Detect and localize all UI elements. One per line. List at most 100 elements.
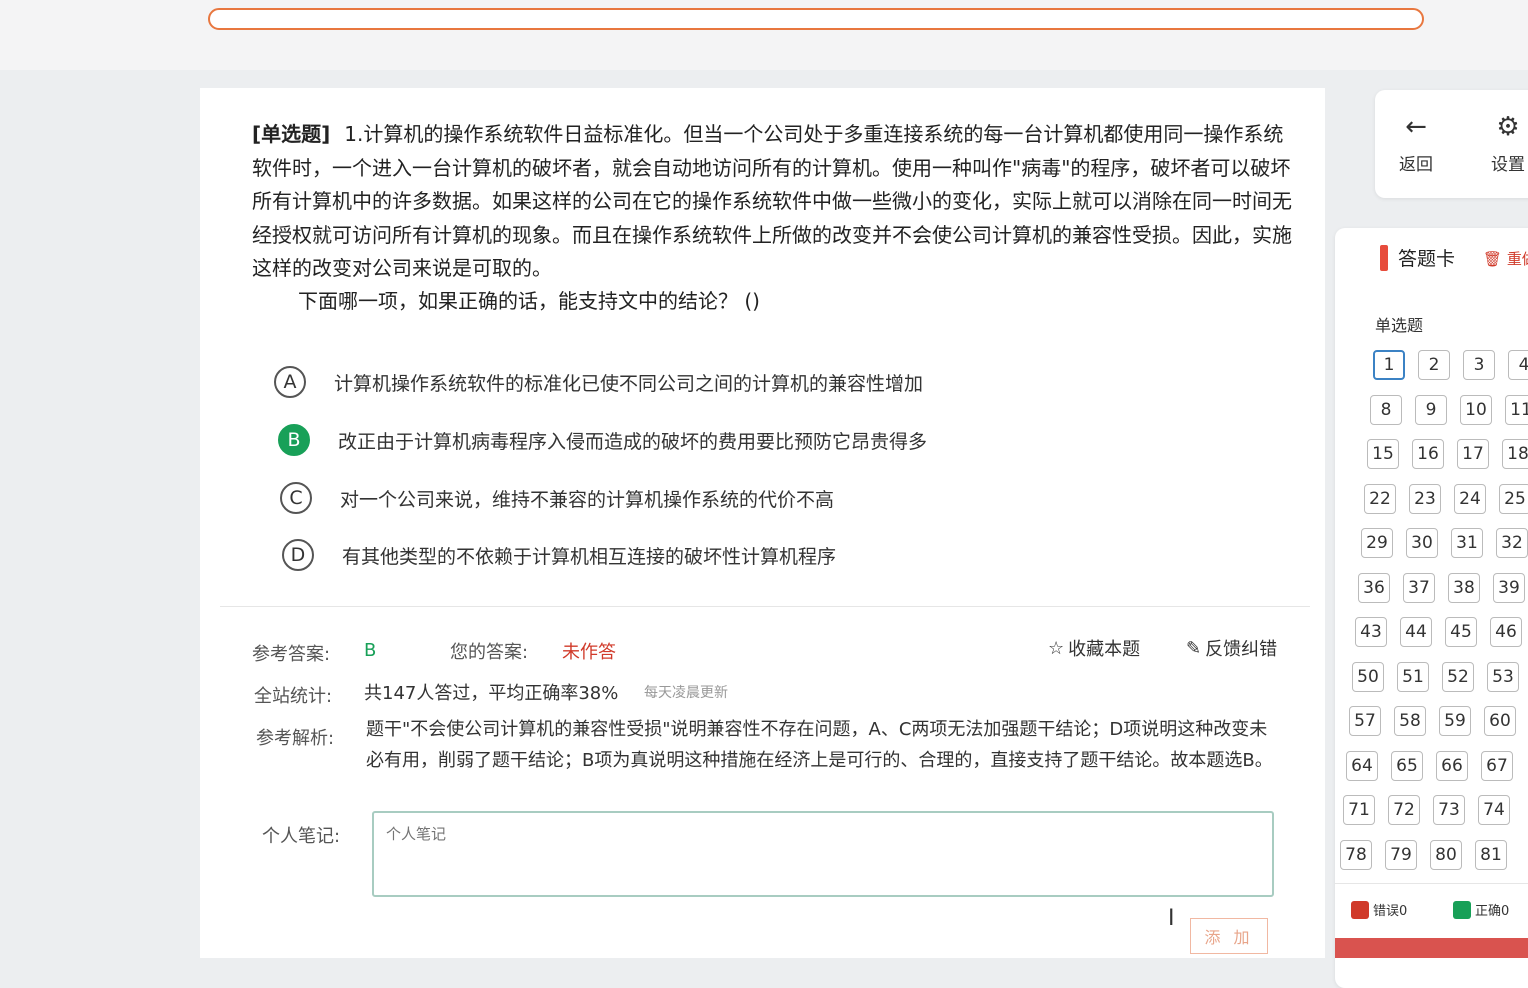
- question-number-72[interactable]: 72: [1388, 795, 1420, 825]
- answer-card-panel: 答题卡 🗑 重做 单选题 123489101115161718222324252…: [1335, 228, 1528, 988]
- reset-button[interactable]: 🗑 重做: [1483, 248, 1528, 269]
- question-number-50[interactable]: 50: [1352, 661, 1384, 692]
- add-note-button[interactable]: 添 加: [1190, 918, 1268, 954]
- text-cursor-icon: I: [1168, 906, 1175, 931]
- question-number-18[interactable]: 18: [1502, 439, 1528, 469]
- question-number-22[interactable]: 22: [1364, 483, 1396, 514]
- question-number-44[interactable]: 44: [1400, 617, 1432, 647]
- settings-label: 设置: [1491, 155, 1525, 175]
- question-prompt: 下面哪一项，如果正确的话，能支持文中的结论？ (): [298, 289, 760, 313]
- top-bar: [0, 0, 1528, 70]
- answer-card-header: 答题卡: [1380, 244, 1455, 271]
- question-number-46[interactable]: 46: [1490, 617, 1522, 647]
- legend-wrong: 错误0: [1351, 900, 1407, 919]
- question-number-43[interactable]: 43: [1355, 617, 1387, 647]
- option-c[interactable]: C 对一个公司来说，维持不兼容的计算机操作系统的代价不高: [280, 479, 834, 517]
- option-text[interactable]: 计算机操作系统软件的标准化已使不同公司之间的计算机的兼容性增加: [334, 369, 923, 396]
- note-input[interactable]: [372, 811, 1274, 897]
- star-icon: ☆: [1048, 637, 1065, 659]
- divider: [220, 606, 1310, 607]
- question-number-11[interactable]: 11: [1505, 394, 1528, 425]
- question-number-51[interactable]: 51: [1397, 661, 1429, 692]
- question-number-8[interactable]: 8: [1370, 394, 1402, 425]
- question-text: 1.计算机的操作系统软件日益标准化。但当一个公司处于多重连接系统的每一台计算机都…: [252, 122, 1292, 280]
- back-label: 返回: [1399, 155, 1433, 175]
- question-number-67[interactable]: 67: [1481, 750, 1513, 781]
- option-letter[interactable]: B: [278, 424, 310, 456]
- question-number-24[interactable]: 24: [1454, 483, 1486, 514]
- question-number-38[interactable]: 38: [1448, 572, 1480, 603]
- question-number-71[interactable]: 71: [1343, 795, 1375, 825]
- question-number-81[interactable]: 81: [1475, 839, 1507, 870]
- question-number-45[interactable]: 45: [1445, 617, 1477, 647]
- question-number-80[interactable]: 80: [1430, 839, 1462, 870]
- option-d[interactable]: D 有其他类型的不依赖于计算机相互连接的破坏性计算机程序: [282, 536, 836, 574]
- analysis-text: 题干"不会使公司计算机的兼容性受损"说明兼容性不存在问题，A、C两项无法加强题干…: [366, 719, 1273, 771]
- question-number-16[interactable]: 16: [1412, 439, 1444, 469]
- wrong-swatch: [1351, 900, 1369, 919]
- option-letter[interactable]: C: [280, 482, 312, 514]
- analysis-label: 参考解析:: [256, 728, 335, 749]
- title-accent-bar: [1380, 244, 1388, 271]
- question-number-74[interactable]: 74: [1478, 795, 1510, 825]
- ref-answer-value: B: [364, 640, 377, 661]
- your-answer-label: 您的答案:: [450, 642, 529, 663]
- question-number-17[interactable]: 17: [1457, 439, 1489, 469]
- option-text[interactable]: 有其他类型的不依赖于计算机相互连接的破坏性计算机程序: [342, 542, 836, 569]
- question-number-53[interactable]: 53: [1487, 661, 1519, 692]
- question-number-37[interactable]: 37: [1403, 572, 1435, 603]
- question-number-58[interactable]: 58: [1394, 706, 1426, 736]
- nav-panel: ← 返回 ⚙ 设置: [1375, 90, 1528, 198]
- question-number-66[interactable]: 66: [1436, 750, 1468, 781]
- question-number-78[interactable]: 78: [1340, 839, 1372, 870]
- question-number-57[interactable]: 57: [1349, 706, 1381, 736]
- question-number-30[interactable]: 30: [1406, 528, 1438, 558]
- question-number-15[interactable]: 15: [1367, 439, 1399, 469]
- question-number-3[interactable]: 3: [1463, 350, 1495, 380]
- question-number-1[interactable]: 1: [1373, 350, 1405, 380]
- question-number-32[interactable]: 32: [1496, 528, 1528, 558]
- stats-label: 全站统计:: [254, 686, 333, 707]
- favorite-label: 收藏本题: [1068, 639, 1141, 660]
- question-number-39[interactable]: 39: [1493, 572, 1525, 603]
- answer-card-title: 答题卡: [1398, 248, 1456, 270]
- question-number-65[interactable]: 65: [1391, 750, 1423, 781]
- feedback-button[interactable]: ✎ 反馈纠错: [1186, 635, 1277, 661]
- question-number-73[interactable]: 73: [1433, 795, 1465, 825]
- question-number-2[interactable]: 2: [1418, 350, 1450, 380]
- stats-note: 每天凌晨更新: [644, 685, 728, 701]
- trash-icon: 🗑: [1483, 250, 1503, 268]
- question-number-29[interactable]: 29: [1361, 528, 1393, 558]
- option-letter[interactable]: A: [274, 366, 306, 398]
- progress-bar: [208, 8, 1424, 30]
- option-letter[interactable]: D: [282, 539, 314, 571]
- question-panel: [单选题] 1.计算机的操作系统软件日益标准化。但当一个公司处于多重连接系统的每一…: [200, 88, 1325, 958]
- question-number-64[interactable]: 64: [1346, 750, 1378, 781]
- question-number-4[interactable]: 4: [1508, 350, 1528, 380]
- question-number-23[interactable]: 23: [1409, 483, 1441, 514]
- legend-right: 正确0: [1453, 900, 1509, 919]
- back-button[interactable]: ← 返回: [1399, 112, 1433, 175]
- favorite-button[interactable]: ☆ 收藏本题: [1048, 635, 1140, 661]
- question-number-9[interactable]: 9: [1415, 394, 1447, 425]
- question-number-10[interactable]: 10: [1460, 394, 1492, 425]
- wrong-count: 错误0: [1373, 904, 1408, 919]
- question-number-25[interactable]: 25: [1499, 483, 1528, 514]
- question-number-31[interactable]: 31: [1451, 528, 1483, 558]
- question-number-60[interactable]: 60: [1484, 706, 1516, 736]
- right-swatch: [1453, 900, 1471, 919]
- note-label: 个人笔记:: [262, 826, 341, 847]
- question-number-79[interactable]: 79: [1385, 839, 1417, 870]
- option-text[interactable]: 改正由于计算机病毒程序入侵而造成的破坏的费用要比预防它昂贵得多: [338, 427, 927, 454]
- option-a[interactable]: A 计算机操作系统软件的标准化已使不同公司之间的计算机的兼容性增加: [274, 363, 923, 401]
- question-number-59[interactable]: 59: [1439, 706, 1471, 736]
- settings-button[interactable]: ⚙ 设置: [1491, 112, 1525, 175]
- question-stem: [单选题] 1.计算机的操作系统软件日益标准化。但当一个公司处于多重连接系统的每一…: [252, 118, 1292, 286]
- option-text[interactable]: 对一个公司来说，维持不兼容的计算机操作系统的代价不高: [340, 485, 834, 512]
- submit-button[interactable]: [1335, 938, 1528, 958]
- pencil-icon: ✎: [1186, 637, 1202, 659]
- question-number-52[interactable]: 52: [1442, 661, 1474, 692]
- option-b[interactable]: B 改正由于计算机病毒程序入侵而造成的破坏的费用要比预防它昂贵得多: [278, 421, 927, 459]
- question-number-36[interactable]: 36: [1358, 572, 1390, 603]
- your-answer-value: 未作答: [562, 642, 616, 663]
